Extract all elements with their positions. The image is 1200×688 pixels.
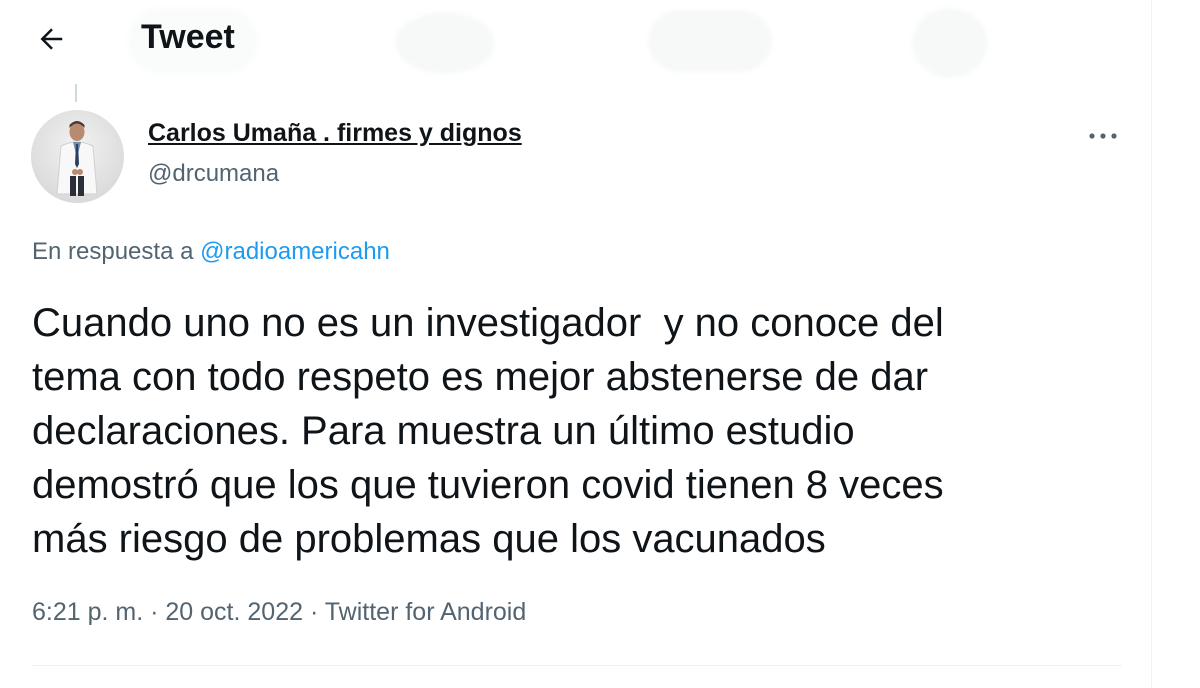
- page-header: Tweet: [0, 0, 1150, 80]
- tweet-date[interactable]: 20 oct. 2022: [165, 598, 303, 626]
- author-handle[interactable]: @drcumana: [148, 160, 279, 188]
- tweet-time[interactable]: 6:21 p. m.: [32, 598, 143, 626]
- back-button[interactable]: [26, 14, 76, 64]
- column-border: [1151, 0, 1152, 688]
- reply-prefix: En respuesta a: [32, 238, 201, 265]
- meta-separator: ·: [303, 598, 325, 626]
- tweet-source[interactable]: Twitter for Android: [325, 598, 526, 626]
- author-display-name[interactable]: Carlos Umaña . firmes y dignos: [148, 119, 522, 148]
- meta-separator: ·: [143, 598, 166, 626]
- ellipsis-icon: [1089, 133, 1117, 139]
- tweet-metadata: 6:21 p. m. · 20 oct. 2022 · Twitter for …: [32, 598, 526, 627]
- page-title: Tweet: [141, 18, 235, 56]
- reply-mention-link[interactable]: @radioamericahn: [200, 238, 390, 265]
- more-options-button[interactable]: [1080, 114, 1126, 158]
- avatar-photo: [56, 121, 98, 196]
- arrow-left-icon: [40, 28, 63, 50]
- reply-context: En respuesta a @radioamericahn: [32, 238, 390, 266]
- avatar[interactable]: [31, 110, 124, 203]
- tweet-page: Tweet Carlos Umaña . firmes y dignos @dr…: [0, 0, 1200, 688]
- tweet-text: Cuando uno no es un investigador y no co…: [32, 301, 944, 561]
- thread-connector-line: [75, 84, 77, 102]
- divider: [32, 665, 1122, 666]
